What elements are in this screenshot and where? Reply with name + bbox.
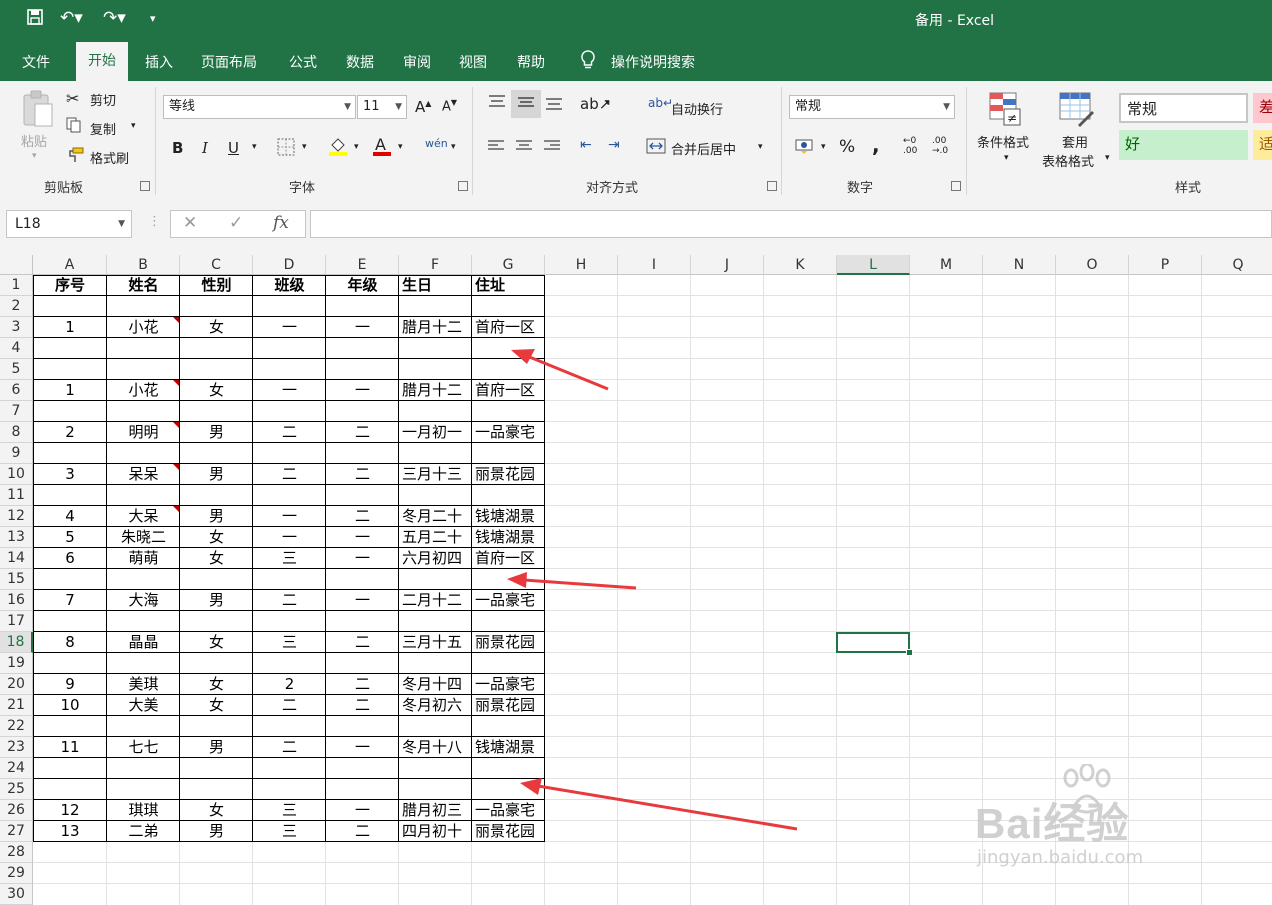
watermark-url: jingyan.baidu.com (977, 847, 1144, 868)
arrow-3 (520, 778, 798, 831)
arrow-2 (507, 572, 637, 590)
arrow-1 (511, 349, 609, 391)
baidu-paw-icon (1057, 762, 1117, 820)
watermark: Bai经验 jingyan.baidu.com (975, 762, 1144, 868)
